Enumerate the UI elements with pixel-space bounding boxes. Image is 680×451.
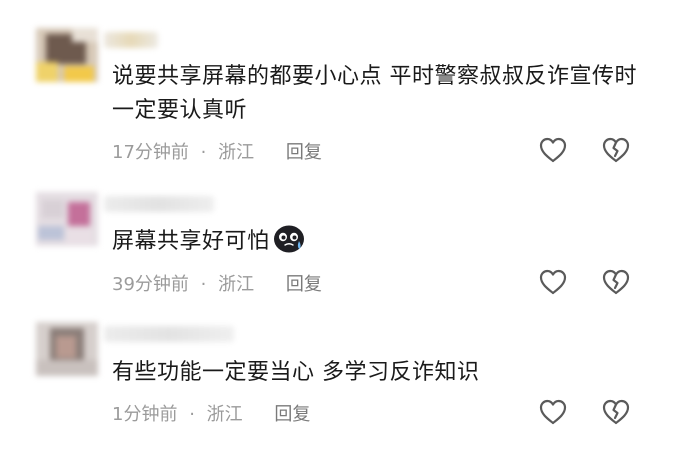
username-blurred[interactable] <box>104 196 214 212</box>
username-blurred[interactable] <box>104 32 158 48</box>
comment-meta: 39分钟前 · 浙江 回复 <box>112 270 322 296</box>
avatar[interactable] <box>36 28 98 82</box>
avatar[interactable] <box>36 322 98 376</box>
comment-time: 17分钟前 <box>112 142 189 163</box>
username-blurred[interactable] <box>104 326 234 342</box>
comment-text: 有些功能一定要当心 多学习反诈知识 <box>112 360 480 385</box>
reply-button[interactable]: 回复 <box>286 142 322 163</box>
heart-outline-icon <box>539 399 567 425</box>
like-button[interactable] <box>538 268 568 296</box>
like-button[interactable] <box>538 136 568 164</box>
comment-text-content: 屏幕共享好可怕 <box>112 229 270 254</box>
meta-separator: · <box>200 274 207 295</box>
reply-button[interactable]: 回复 <box>286 274 322 295</box>
dislike-button[interactable] <box>601 268 631 296</box>
comment-meta: 1分钟前 · 浙江 回复 <box>112 400 310 426</box>
avatar[interactable] <box>36 192 98 246</box>
dislike-button[interactable] <box>601 136 631 164</box>
dislike-button[interactable] <box>601 398 631 426</box>
heart-outline-icon <box>539 137 567 163</box>
comment-location: 浙江 <box>206 404 243 425</box>
comment-location: 浙江 <box>218 274 255 295</box>
meta-separator: · <box>200 142 207 163</box>
like-button[interactable] <box>538 398 568 426</box>
reply-button[interactable]: 回复 <box>274 404 310 425</box>
comment-time: 1分钟前 <box>112 404 178 425</box>
comment-text: 屏幕共享好可怕 <box>112 224 652 259</box>
broken-heart-outline-icon <box>602 399 630 425</box>
meta-separator: · <box>189 404 195 425</box>
comment-meta: 17分钟前 · 浙江 回复 <box>112 138 322 164</box>
comment-time: 39分钟前 <box>112 274 189 295</box>
comment-location: 浙江 <box>218 142 255 163</box>
heart-outline-icon <box>539 269 567 295</box>
comment-text: 说要共享屏幕的都要小心点 平时警察叔叔反诈宣传时一定要认真听 <box>112 64 637 123</box>
broken-heart-outline-icon <box>602 269 630 295</box>
broken-heart-outline-icon <box>602 137 630 163</box>
crying-emoji-icon <box>273 225 304 253</box>
